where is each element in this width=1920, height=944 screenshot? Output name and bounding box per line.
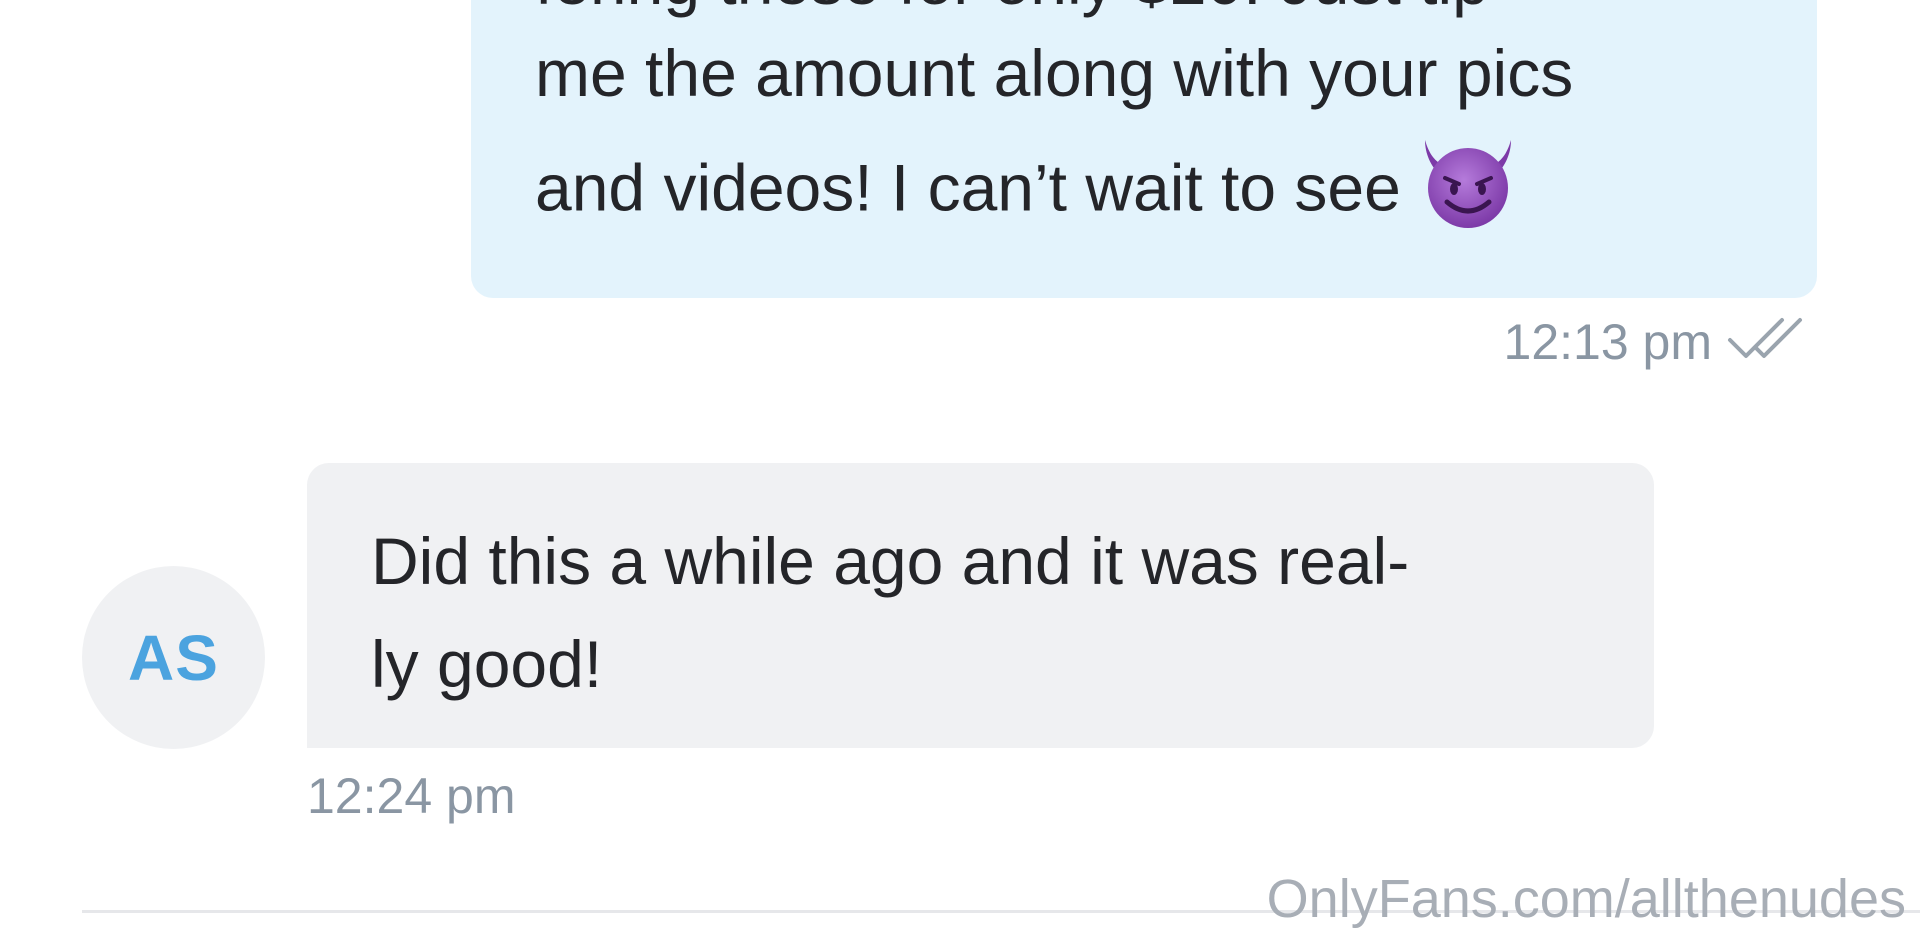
message-timestamp: 12:13 pm xyxy=(1503,313,1712,370)
message-text-line: and videos! I can’t wait to see xyxy=(535,140,1519,246)
watermark: OnlyFans.com/allthenudes xyxy=(1266,869,1906,929)
smiling-devil-icon xyxy=(1417,134,1519,240)
double-check-icon xyxy=(1726,314,1816,369)
incoming-message-bubble[interactable]: Did this a while ago and it was real- ly… xyxy=(307,463,1654,748)
avatar-initials: AS xyxy=(128,621,219,694)
chat-conversation: fering these for only $20. Just tip me t… xyxy=(0,0,1920,944)
message-text-line: fering these for only $20. Just tip xyxy=(535,0,1489,14)
message-text-segment: and videos! I can’t wait to see xyxy=(535,150,1401,225)
outgoing-message-meta: 12:13 pm xyxy=(1504,314,1816,369)
message-text-line: me the amount along with your pics xyxy=(535,36,1574,110)
message-text-line: Did this a while ago and it was real- xyxy=(371,524,1410,598)
message-timestamp: 12:24 pm xyxy=(307,768,516,824)
avatar[interactable]: AS xyxy=(82,566,265,749)
message-text-line: ly good! xyxy=(371,627,603,701)
outgoing-message-bubble[interactable]: fering these for only $20. Just tip me t… xyxy=(471,0,1817,298)
